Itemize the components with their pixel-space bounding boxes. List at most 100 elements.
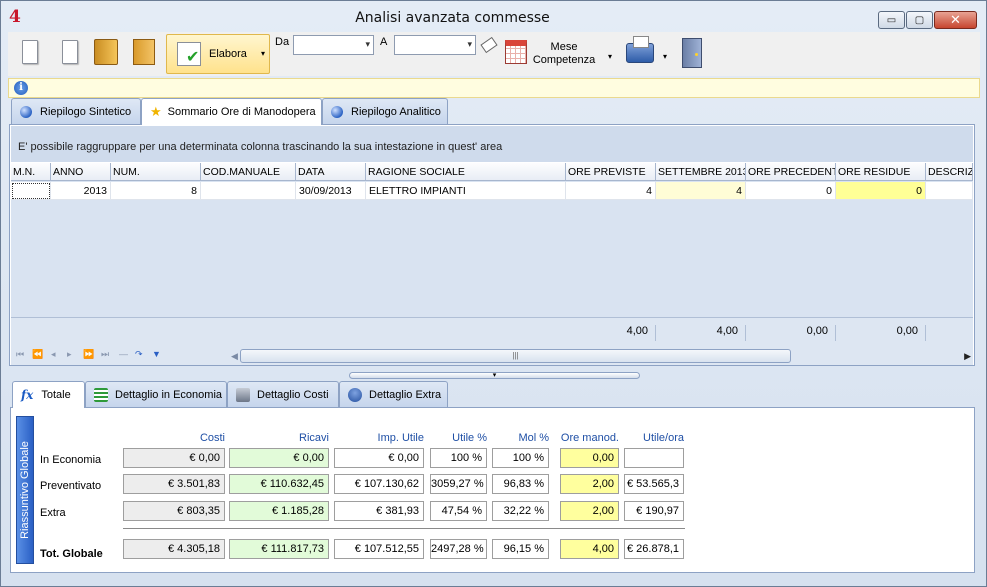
grid-footer-totals: 4,00 4,00 0,00 0,00 — [11, 317, 973, 347]
table-cell[interactable] — [201, 182, 296, 200]
table-cell[interactable]: 2013 — [51, 182, 111, 200]
row-tot-globale-label: Tot. Globale — [40, 548, 103, 560]
utile-pct-value: 47,54 % — [430, 501, 487, 521]
table-row[interactable]: 2013 8 30/09/2013 ELETTRO IMPIANTI 4 4 0… — [11, 182, 973, 200]
coins-icon — [236, 387, 250, 402]
col-header[interactable]: NUM. — [111, 163, 201, 181]
col-costi: Costi — [199, 432, 225, 444]
col-header[interactable]: ORE PREVISTE — [566, 163, 656, 181]
col-header[interactable]: ANNO — [51, 163, 111, 181]
footer-total: 4,00 — [566, 325, 656, 341]
chevron-down-icon[interactable]: ▾ — [261, 49, 265, 58]
table-cell[interactable]: 4 — [566, 182, 656, 200]
col-mol-pct: Mol % — [518, 432, 549, 444]
panel-splitter[interactable]: ▾ — [349, 372, 640, 379]
utile-ora-total: € 26.878,1 — [624, 539, 684, 559]
da-label: Da — [275, 36, 290, 48]
elabora-button[interactable]: Elabora ▾ — [166, 34, 270, 74]
data-grid: M.N. ANNO NUM. COD.MANUALE DATA RAGIONE … — [11, 163, 973, 317]
last-page-icon[interactable]: ⏭ — [101, 349, 109, 360]
title-bar: 4 Analisi avanzata commesse ▭ ▢ ✕ — [1, 1, 986, 31]
table-cell[interactable]: ELETTRO IMPIANTI — [366, 182, 566, 200]
col-header[interactable]: ORE RESIDUE — [836, 163, 926, 181]
next-record-icon[interactable]: ▸ — [67, 349, 72, 360]
a-label: A — [380, 36, 388, 48]
row-preventivato-label: Preventivato — [40, 480, 102, 492]
chevron-down-icon[interactable]: ▾ — [663, 52, 667, 61]
table-cell[interactable]: 0 — [836, 182, 926, 200]
printer-icon[interactable] — [626, 36, 654, 63]
document-check-icon[interactable] — [22, 40, 38, 64]
close-button[interactable]: ✕ — [934, 11, 977, 29]
col-utile-pct: Utile % — [452, 432, 487, 444]
prev-page-icon[interactable]: ⏪ — [32, 349, 43, 360]
tab-dettaglio-economia[interactable]: Dettaglio in Economia — [85, 381, 227, 407]
costi-value: € 803,35 — [123, 501, 225, 521]
divider — [123, 528, 685, 529]
document-icon[interactable] — [62, 40, 78, 64]
globe-icon — [331, 105, 343, 118]
table-cell[interactable]: 4 — [656, 182, 746, 200]
da-date-combo[interactable]: ▾ — [293, 35, 374, 55]
imp-utile-value: € 0,00 — [334, 448, 424, 468]
folder-icon[interactable] — [94, 39, 118, 65]
calendar-icon[interactable] — [505, 40, 527, 64]
scroll-right-icon[interactable]: ▶ — [964, 351, 971, 362]
a-date-combo[interactable]: ▾ — [394, 35, 476, 55]
mese-label: Mese — [550, 41, 578, 53]
col-header[interactable]: SETTEMBRE 2013 — [656, 163, 746, 181]
maximize-button[interactable]: ▢ — [906, 11, 933, 29]
table-cell[interactable] — [926, 182, 973, 200]
scroll-thumb[interactable]: ||| — [240, 349, 791, 363]
group-by-area[interactable]: E' possibile raggruppare per una determi… — [11, 126, 973, 162]
tab-riepilogo-analitico[interactable]: Riepilogo Analitico — [322, 98, 448, 124]
costi-value: € 3.501,83 — [123, 474, 225, 494]
close-icon: ✕ — [950, 12, 961, 27]
minimize-button[interactable]: ▭ — [878, 11, 905, 29]
riassuntivo-globale-label: Riassuntivo Globale — [16, 416, 34, 564]
prev-record-icon[interactable]: ◂ — [51, 349, 56, 360]
mol-pct-value: 32,22 % — [492, 501, 549, 521]
table-cell[interactable]: 30/09/2013 — [296, 182, 366, 200]
table-cell[interactable] — [11, 182, 51, 200]
col-header[interactable]: ORE PRECEDENTI — [746, 163, 836, 181]
utile-pct-value: 3059,27 % — [430, 474, 487, 494]
table-cell[interactable]: 0 — [746, 182, 836, 200]
first-page-icon[interactable]: ⏮ — [16, 349, 24, 360]
eraser-icon[interactable] — [480, 36, 498, 54]
tab-riepilogo-sintetico[interactable]: Riepilogo Sintetico — [11, 98, 141, 124]
col-header[interactable]: RAGIONE SOCIALE — [366, 163, 566, 181]
group-hint: E' possibile raggruppare per una determi… — [18, 141, 503, 153]
exit-door-icon[interactable] — [682, 38, 702, 68]
mese-competenza-button[interactable]: Mese Competenza — [531, 41, 597, 67]
tab-dettaglio-extra[interactable]: Dettaglio Extra — [339, 381, 448, 407]
refresh-icon[interactable]: ↷ — [135, 349, 143, 360]
scroll-left-icon[interactable]: ◀ — [231, 351, 238, 362]
col-header[interactable]: DATA — [296, 163, 366, 181]
elabora-label: Elabora — [209, 48, 247, 60]
col-header[interactable]: COD.MANUALE — [201, 163, 296, 181]
footer-total: 0,00 — [746, 325, 836, 341]
next-page-icon[interactable]: ⏩ — [83, 349, 94, 360]
filter-icon[interactable]: ▼ — [152, 349, 161, 359]
user-icon — [348, 387, 362, 402]
chevron-down-icon[interactable]: ▾ — [608, 52, 612, 61]
star-icon: ★ — [150, 104, 162, 119]
tab-sommario-ore[interactable]: ★ Sommario Ore di Manodopera — [141, 98, 322, 125]
horizontal-scrollbar[interactable]: ◀ ||| ▶ — [231, 348, 973, 364]
book-icon[interactable] — [133, 39, 155, 65]
main-window: 4 Analisi avanzata commesse ▭ ▢ ✕ Elabor… — [0, 0, 987, 587]
mol-pct-value: 100 % — [492, 448, 549, 468]
grid-header: M.N. ANNO NUM. COD.MANUALE DATA RAGIONE … — [11, 163, 973, 181]
tab-dettaglio-costi[interactable]: Dettaglio Costi — [227, 381, 339, 407]
delete-record-icon[interactable]: — — [119, 349, 128, 359]
mol-pct-total: 96,15 % — [492, 539, 549, 559]
tab-label: Riepilogo Analitico — [351, 105, 441, 118]
footer-total: 4,00 — [656, 325, 746, 341]
totale-panel: Riassuntivo Globale Costi Ricavi Imp. Ut… — [10, 407, 975, 573]
col-header[interactable]: M.N. — [11, 163, 51, 181]
utile-ora-value: € 190,97 — [624, 501, 684, 521]
tab-totale[interactable]: fx Totale — [12, 381, 85, 408]
table-cell[interactable]: 8 — [111, 182, 201, 200]
col-header[interactable]: DESCRIZ — [926, 163, 973, 181]
